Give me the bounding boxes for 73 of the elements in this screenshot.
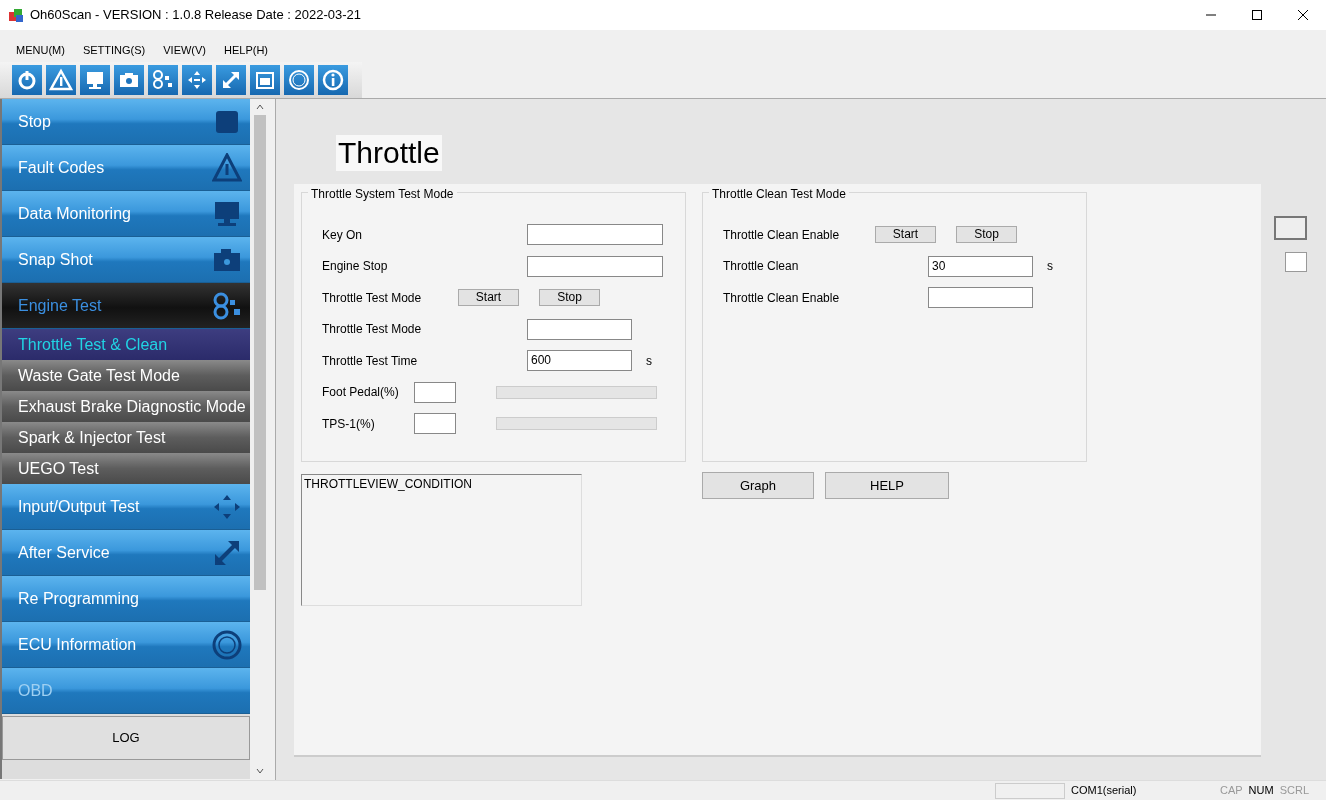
toolbar-button[interactable] — [148, 65, 178, 95]
warning-icon — [212, 152, 242, 183]
menu-item[interactable]: HELP(H) — [222, 41, 271, 58]
sidebar-subitem[interactable]: Exhaust Brake Diagnostic Mode — [2, 391, 250, 422]
sidebar-subitem[interactable]: Spark & Injector Test — [2, 422, 250, 453]
sidebar-item[interactable]: Snap Shot — [2, 237, 250, 283]
toolbar-button[interactable] — [182, 65, 212, 95]
menu-item[interactable]: MENU(M) — [14, 41, 67, 58]
sidebar-item[interactable]: Re Programming — [2, 576, 250, 622]
port-status: COM1(serial) — [1071, 783, 1137, 799]
toolbar-button[interactable] — [46, 65, 76, 95]
action-button[interactable]: Start — [458, 289, 519, 307]
field-label: TPS-1(%) — [322, 415, 376, 433]
toolbar-button[interactable] — [284, 65, 314, 95]
action-button[interactable]: Stop — [539, 289, 600, 307]
toolbar-button[interactable] — [12, 65, 42, 95]
field-label: Key On — [322, 226, 364, 244]
input-field[interactable]: 600 — [527, 350, 632, 372]
field-label: Throttle Clean Enable — [723, 289, 841, 307]
toolbar-button[interactable] — [80, 65, 110, 95]
input-field[interactable] — [414, 381, 456, 403]
blank-button[interactable] — [1274, 216, 1307, 240]
field-label: Engine Stop — [322, 258, 389, 276]
toolbar-button[interactable] — [318, 65, 348, 95]
condition-text: THROTTLEVIEW_CONDITION — [304, 477, 472, 491]
sidebar-item[interactable]: ECU Information — [2, 622, 250, 668]
input-field[interactable] — [527, 224, 663, 246]
field-label: Throttle Test Time — [322, 352, 419, 370]
action-button[interactable]: HELP — [825, 472, 949, 499]
field-label: Foot Pedal(%) — [322, 384, 400, 402]
sidebar-item[interactable]: Input/Output Test — [2, 484, 250, 530]
info-icon — [321, 68, 345, 92]
field-label: Throttle Test Mode — [322, 321, 423, 339]
input-field[interactable] — [928, 287, 1033, 309]
action-button[interactable]: Graph — [702, 472, 814, 499]
field-label: Throttle Test Mode — [322, 289, 423, 307]
toolbar-button[interactable] — [216, 65, 246, 95]
input-field[interactable] — [527, 255, 663, 277]
toolbar-button[interactable] — [250, 65, 280, 95]
input-field[interactable] — [414, 413, 456, 435]
log-button[interactable]: LOG — [2, 716, 250, 760]
sidebar-item[interactable]: Engine Test — [2, 283, 250, 329]
maximize-icon — [1252, 10, 1262, 20]
toolbar-button[interactable] — [114, 65, 144, 95]
app-icon — [8, 7, 24, 23]
sidebar-subitem[interactable]: Waste Gate Test Mode — [2, 360, 250, 391]
unit-label: s — [646, 352, 652, 370]
window-title: Oh60Scan - VERSION : 1.0.8 Release Date : 2022-03-21 — [30, 6, 361, 25]
key-indicator: NUM — [1247, 783, 1275, 799]
action-button[interactable]: Stop — [956, 226, 1017, 244]
key-indicator: SCRL — [1278, 783, 1310, 799]
sidebar-item[interactable]: Data Monitoring — [2, 191, 250, 237]
blank-field[interactable] — [1285, 252, 1307, 272]
menu-item[interactable]: VIEW(V) — [161, 41, 208, 58]
sidebar-subitem[interactable]: UEGO Test — [2, 453, 250, 484]
field-label: Throttle Clean Enable — [723, 226, 841, 244]
key-indicator: CAP — [1218, 783, 1244, 799]
status-panel — [995, 782, 1065, 799]
sidebar-subitem[interactable]: Throttle Test & Clean — [2, 329, 250, 360]
warning-icon — [49, 68, 73, 92]
menu-item[interactable]: SETTING(S) — [80, 41, 148, 58]
action-button[interactable]: Start — [875, 226, 936, 244]
sidebar-item[interactable]: Fault Codes — [2, 145, 250, 191]
scroll-down-icon[interactable] — [256, 767, 264, 775]
unit-label: s — [1047, 258, 1053, 276]
input-field[interactable]: 30 — [928, 255, 1033, 277]
field-label: Throttle Clean — [723, 258, 800, 276]
sidebar-item[interactable]: Stop — [2, 99, 250, 145]
close-icon — [1298, 10, 1308, 20]
scroll-up-icon[interactable] — [256, 103, 264, 111]
page-title: Throttle — [336, 135, 442, 171]
input-field[interactable] — [527, 318, 632, 340]
sidebar-item[interactable]: After Service — [2, 530, 250, 576]
